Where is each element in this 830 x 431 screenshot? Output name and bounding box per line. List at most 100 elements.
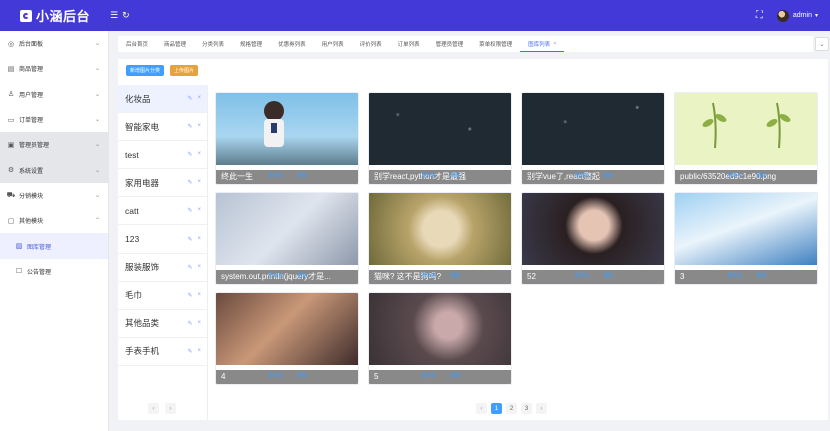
category-item[interactable]: catt ✎ × <box>118 197 207 226</box>
image-thumbnail[interactable] <box>216 293 358 365</box>
tab-user-list[interactable]: 用户列表 <box>314 36 352 52</box>
close-icon[interactable]: × <box>553 41 556 47</box>
edit-icon[interactable]: ✎ <box>187 264 192 271</box>
edit-icon[interactable]: ✎ <box>187 292 192 299</box>
page-button[interactable]: 2 <box>506 403 517 414</box>
page-button[interactable]: 1 <box>491 403 502 414</box>
delete-icon[interactable]: × <box>197 207 201 214</box>
tab-comments[interactable]: 评价列表 <box>352 36 390 52</box>
sidebar-item-other[interactable]: ▢ 其他模块 ⌃ <box>0 208 108 233</box>
tabs-dropdown-button[interactable]: ⌄ <box>815 37 829 51</box>
chevron-down-icon[interactable]: ▾ <box>815 12 818 19</box>
rename-button[interactable]: 重命名 <box>421 272 436 279</box>
delete-button[interactable]: 删除 <box>757 272 767 279</box>
category-item[interactable]: test ✎ × <box>118 141 207 170</box>
delete-button[interactable]: 删除 <box>298 272 308 279</box>
category-item[interactable]: 智能家电 ✎ × <box>118 113 207 142</box>
delete-icon[interactable]: × <box>197 123 201 130</box>
category-label: 服装服饰 <box>125 262 160 273</box>
sidebar-item-distribution[interactable]: ⛟ 分销模块 ⌄ <box>0 183 108 208</box>
edit-icon[interactable]: ✎ <box>187 207 192 214</box>
image-thumbnail[interactable] <box>216 93 358 165</box>
rename-button[interactable]: 重命名 <box>421 372 436 379</box>
tab-admins[interactable]: 管理员管理 <box>428 36 472 52</box>
new-category-button[interactable]: 新增图片分类 <box>126 65 165 76</box>
tab-menu-permissions[interactable]: 菜单权限管理 <box>471 36 520 52</box>
delete-button[interactable]: 删除 <box>604 172 614 179</box>
delete-button[interactable]: 删除 <box>757 172 767 179</box>
tab-home[interactable]: 后台首页 <box>118 36 156 52</box>
page-button[interactable]: 3 <box>521 403 532 414</box>
user-name[interactable]: admin <box>793 12 812 19</box>
delete-icon[interactable]: × <box>197 348 201 355</box>
image-thumbnail[interactable] <box>675 193 817 265</box>
delete-button[interactable]: 删除 <box>298 372 308 379</box>
tab-orders[interactable]: 订单列表 <box>390 36 428 52</box>
rename-button[interactable]: 重命名 <box>574 272 589 279</box>
delete-icon[interactable]: × <box>197 95 201 102</box>
rename-button[interactable]: 重命名 <box>574 172 589 179</box>
delete-button[interactable]: 删除 <box>451 272 461 279</box>
category-item[interactable]: 手表手机 ✎ × <box>118 338 207 366</box>
delete-icon[interactable]: × <box>197 236 201 243</box>
category-item[interactable]: 其他品类 ✎ × <box>118 310 207 338</box>
logo[interactable]: 小涵后台 <box>0 6 110 25</box>
image-thumbnail[interactable] <box>369 293 511 365</box>
rename-button[interactable]: 重命名 <box>268 172 283 179</box>
prev-page-button[interactable]: ‹ <box>476 403 487 414</box>
delete-icon[interactable]: × <box>197 264 201 271</box>
sidebar-item-notice[interactable]: ☐ 公告管理 <box>0 259 108 284</box>
sidebar-item-gallery[interactable]: ▨ 图库管理 <box>0 233 108 259</box>
tab-specs[interactable]: 规格管理 <box>232 36 270 52</box>
edit-icon[interactable]: ✎ <box>187 320 192 327</box>
sidebar-item-settings[interactable]: ⚙ 系统设置 ⌄ <box>0 157 108 183</box>
upload-button[interactable]: 上传图片 <box>170 65 199 76</box>
menu-toggle-icon[interactable]: ☰ <box>110 10 118 21</box>
edit-icon[interactable]: ✎ <box>187 95 192 102</box>
delete-icon[interactable]: × <box>197 292 201 299</box>
tab-gallery[interactable]: 图库列表 × <box>520 36 565 52</box>
delete-button[interactable]: 删除 <box>451 372 461 379</box>
tab-coupons[interactable]: 优惠券列表 <box>270 36 314 52</box>
rename-button[interactable]: 重命名 <box>727 172 742 179</box>
edit-icon[interactable]: ✎ <box>187 151 192 158</box>
edit-icon[interactable]: ✎ <box>187 179 192 186</box>
delete-icon[interactable]: × <box>197 151 201 158</box>
sidebar-item-dashboard[interactable]: ◎ 后台面板 ⌄ <box>0 31 108 56</box>
tab-goods[interactable]: 商品管理 <box>156 36 194 52</box>
category-item[interactable]: 化妆品 ✎ × <box>118 85 207 114</box>
delete-button[interactable]: 删除 <box>604 272 614 279</box>
edit-icon[interactable]: ✎ <box>187 348 192 355</box>
delete-icon[interactable]: × <box>197 320 201 327</box>
next-page-button[interactable]: › <box>165 403 176 414</box>
prev-page-button[interactable]: ‹ <box>148 403 159 414</box>
image-thumbnail[interactable] <box>522 193 664 265</box>
rename-button[interactable]: 重命名 <box>421 172 436 179</box>
sidebar-item-users[interactable]: ♙ 用户管理 ⌄ <box>0 82 108 107</box>
delete-button[interactable]: 删除 <box>298 172 308 179</box>
category-item[interactable]: 家用电器 ✎ × <box>118 169 207 198</box>
fullscreen-icon[interactable]: ⛶ <box>756 10 763 21</box>
rename-button[interactable]: 重命名 <box>268 372 283 379</box>
image-thumbnail[interactable] <box>369 93 511 165</box>
image-thumbnail[interactable] <box>369 193 511 265</box>
delete-button[interactable]: 删除 <box>451 172 461 179</box>
sidebar-item-goods[interactable]: ▤ 商品管理 ⌄ <box>0 56 108 81</box>
edit-icon[interactable]: ✎ <box>187 236 192 243</box>
category-item[interactable]: 123 ✎ × <box>118 225 207 254</box>
image-thumbnail[interactable] <box>675 93 817 165</box>
sidebar-item-admins[interactable]: ▣ 管理员管理 ⌄ <box>0 132 108 158</box>
edit-icon[interactable]: ✎ <box>187 123 192 130</box>
avatar[interactable] <box>776 9 789 22</box>
refresh-icon[interactable]: ↻ <box>122 10 130 21</box>
rename-button[interactable]: 重命名 <box>268 272 283 279</box>
category-item[interactable]: 毛巾 ✎ × <box>118 282 207 310</box>
tab-category-list[interactable]: 分类列表 <box>194 36 232 52</box>
delete-icon[interactable]: × <box>197 179 201 186</box>
next-page-button[interactable]: › <box>536 403 547 414</box>
image-thumbnail[interactable] <box>216 193 358 265</box>
rename-button[interactable]: 重命名 <box>727 272 742 279</box>
sidebar-item-orders[interactable]: ▭ 订单管理 ⌄ <box>0 107 108 132</box>
image-thumbnail[interactable] <box>522 93 664 165</box>
category-item[interactable]: 服装服饰 ✎ × <box>118 254 207 282</box>
